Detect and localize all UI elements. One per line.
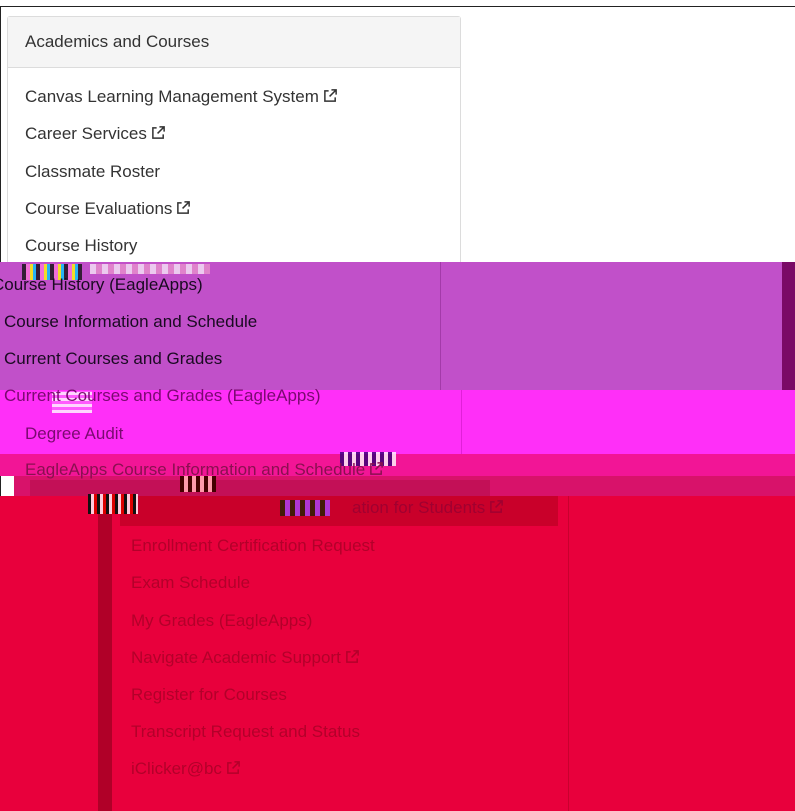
link-label: Exam Schedule xyxy=(131,573,251,592)
panel-title: Academics and Courses xyxy=(25,32,210,51)
glitch-divider xyxy=(461,390,462,454)
link-eagleapps-course-info[interactable]: EagleApps Course Information and Schedul… xyxy=(25,460,384,481)
link-register-for-courses[interactable]: Register for Courses xyxy=(131,685,287,705)
glitch-divider xyxy=(440,262,441,390)
link-label: Navigate Academic Support xyxy=(131,648,341,667)
link-label: Career Services xyxy=(25,124,147,143)
link-label: EagleApps Course Information and Schedul… xyxy=(25,460,366,479)
link-label: Current Courses and Grades xyxy=(4,349,223,368)
link-label: Course History xyxy=(25,236,138,255)
glitch-overlay-red xyxy=(0,496,795,811)
link-career-services[interactable]: Career Services xyxy=(25,124,166,145)
link-label: Register for Courses xyxy=(131,685,287,704)
link-label: Course Evaluations xyxy=(25,199,173,218)
external-link-icon xyxy=(323,88,338,108)
link-course-history[interactable]: Course History xyxy=(25,236,137,256)
link-degree-audit[interactable]: Degree Audit xyxy=(25,424,123,444)
link-current-courses-grades-eagleapps[interactable]: Current Courses and Grades (EagleApps) xyxy=(4,386,321,406)
glitch-overlay-dark xyxy=(782,262,795,390)
link-transcript-request[interactable]: Transcript Request and Status xyxy=(131,722,360,742)
glitch-noise xyxy=(280,500,330,516)
external-link-icon xyxy=(489,499,504,519)
external-link-icon xyxy=(176,200,191,220)
link-enrollment-certification[interactable]: Enrollment Certification Request xyxy=(131,536,375,556)
link-label: Course History (EagleApps) xyxy=(0,275,203,294)
glitch-noise xyxy=(90,264,210,274)
link-label: iClicker@bc xyxy=(131,759,222,778)
link-course-info-schedule[interactable]: Course Information and Schedule xyxy=(4,312,257,332)
external-link-icon xyxy=(226,760,241,780)
link-exam-schedule[interactable]: Exam Schedule xyxy=(131,573,250,593)
link-information-for-students[interactable]: ation for Students xyxy=(352,498,504,519)
link-iclicker[interactable]: iClicker@bc xyxy=(131,759,241,780)
link-label: Transcript Request and Status xyxy=(131,722,360,741)
external-link-icon xyxy=(345,649,360,669)
top-border xyxy=(0,6,795,7)
link-label: Current Courses and Grades (EagleApps) xyxy=(4,386,321,405)
link-label: Canvas Learning Management System xyxy=(25,87,319,106)
link-label: ation for Students xyxy=(352,498,486,517)
glitch-bar xyxy=(98,496,112,811)
link-course-history-eagleapps[interactable]: Course History (EagleApps) xyxy=(0,275,203,295)
glitch-noise xyxy=(88,494,138,514)
link-label: Enrollment Certification Request xyxy=(131,536,375,555)
link-navigate-academic-support[interactable]: Navigate Academic Support xyxy=(131,648,360,669)
glitch-divider xyxy=(568,496,569,811)
link-label: My Grades (EagleApps) xyxy=(131,611,313,630)
link-my-grades[interactable]: My Grades (EagleApps) xyxy=(131,611,312,631)
link-label: Degree Audit xyxy=(25,424,124,443)
link-label: Classmate Roster xyxy=(25,162,161,181)
link-current-courses-grades[interactable]: Current Courses and Grades xyxy=(4,349,222,369)
external-link-icon xyxy=(369,461,384,481)
link-course-evaluations[interactable]: Course Evaluations xyxy=(25,199,191,220)
link-canvas[interactable]: Canvas Learning Management System xyxy=(25,87,338,108)
panel-header: Academics and Courses xyxy=(8,17,460,68)
link-classmate-roster[interactable]: Classmate Roster xyxy=(25,162,160,182)
external-link-icon xyxy=(151,125,166,145)
link-label: Course Information and Schedule xyxy=(4,312,258,331)
